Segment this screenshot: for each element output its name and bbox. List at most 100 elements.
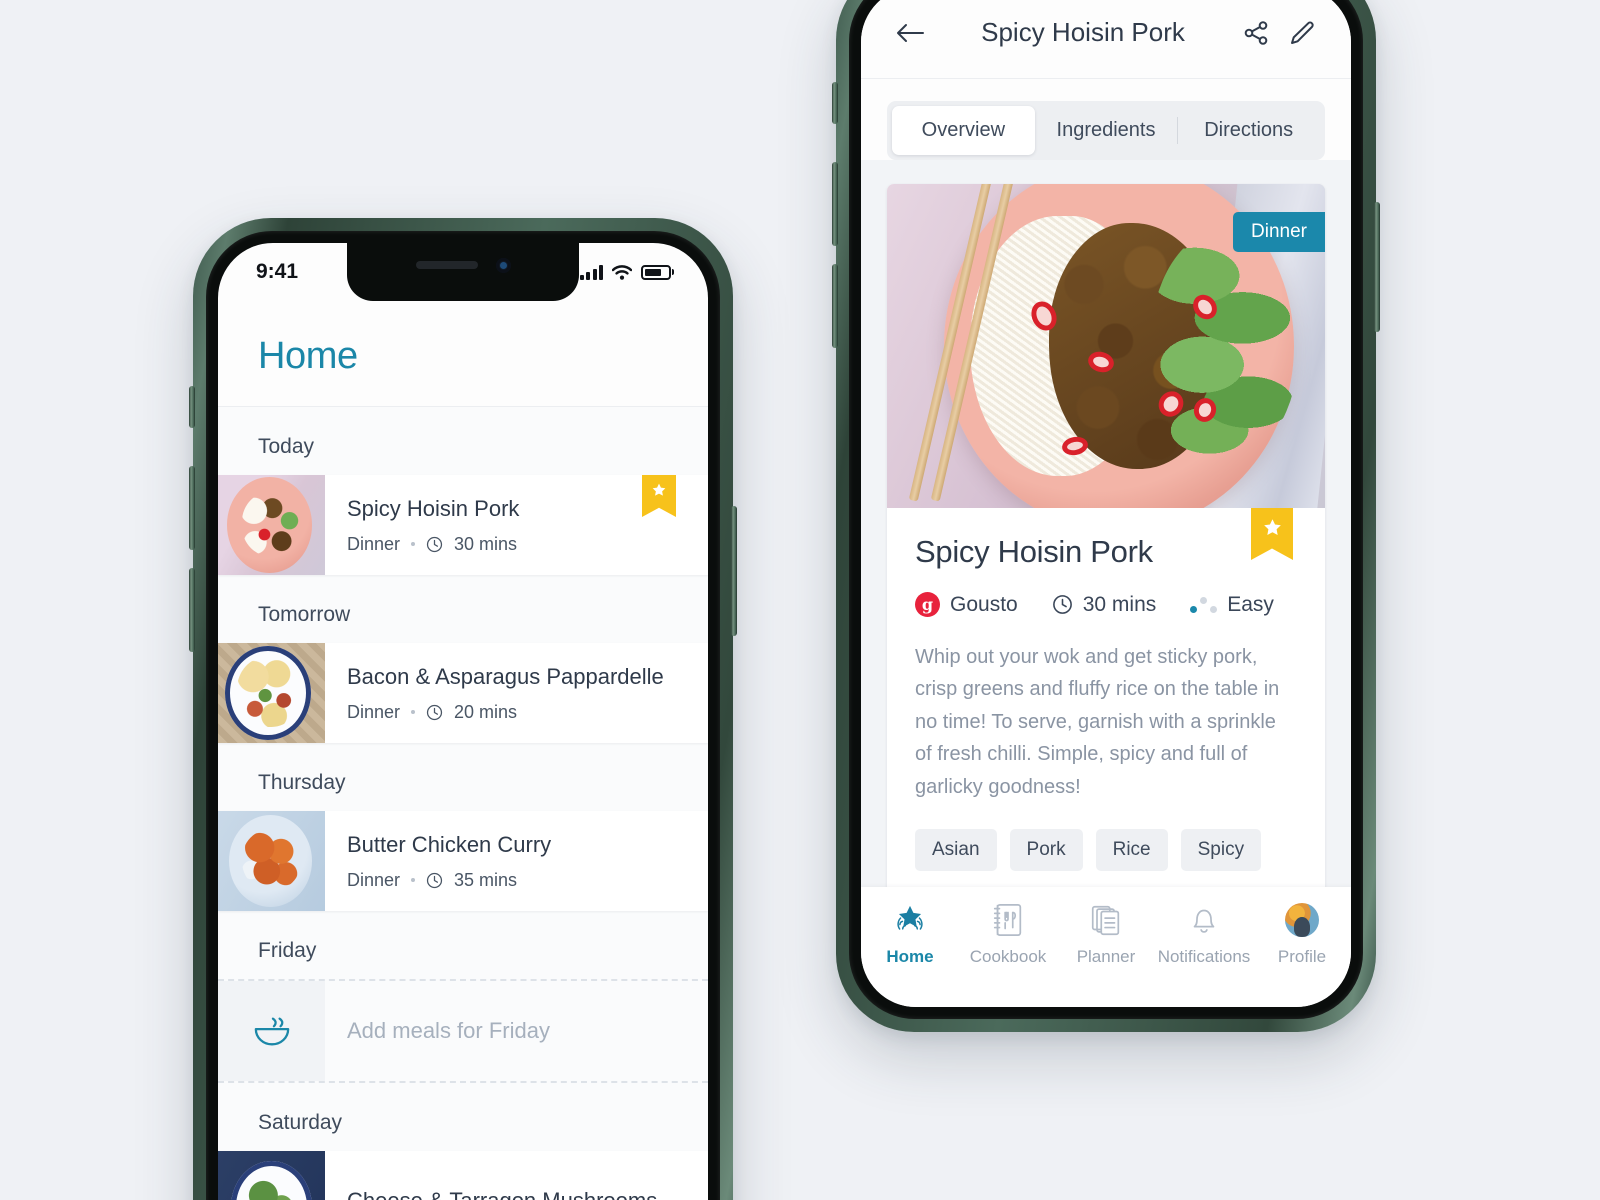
meal-card-today[interactable]: Spicy Hoisin Pork Dinner 30 mins bbox=[218, 475, 708, 575]
edit-button[interactable] bbox=[1279, 10, 1325, 56]
front-camera-icon bbox=[495, 258, 511, 273]
screenshot-canvas: 9:41 Home Today Spicy Hoisin Pork Dinner… bbox=[0, 0, 1600, 1200]
meal-card-thursday[interactable]: Butter Chicken Curry Dinner 35 mins bbox=[218, 811, 708, 911]
meal-card-saturday[interactable]: Cheese & Tarragon Mushrooms bbox=[218, 1151, 708, 1200]
clock-icon bbox=[426, 872, 443, 888]
recipe-description: Whip out your wok and get sticky pork, c… bbox=[915, 646, 1280, 798]
battery-icon bbox=[641, 264, 674, 280]
recipe-nav-title: Spicy Hoisin Pork bbox=[981, 17, 1185, 47]
power-button[interactable] bbox=[731, 506, 737, 636]
recipe-meta-row: g Gousto 30 mins Easy bbox=[915, 592, 1297, 617]
phone-right-bezel: Spicy Hoisin Pork Overview Ingredients D… bbox=[849, 0, 1363, 1019]
power-button[interactable] bbox=[1374, 202, 1380, 332]
phone-right-device: Spicy Hoisin Pork Overview Ingredients D… bbox=[832, 0, 1380, 1032]
meal-meta: Dinner 20 mins bbox=[347, 702, 686, 723]
tab-home[interactable]: Home bbox=[861, 901, 959, 967]
day-heading-today: Today bbox=[258, 435, 315, 458]
back-button[interactable] bbox=[887, 10, 933, 56]
phone-left-bezel: 9:41 Home Today Spicy Hoisin Pork Dinner… bbox=[206, 231, 720, 1200]
meta-separator bbox=[411, 542, 416, 546]
meal-thumbnail bbox=[218, 811, 325, 911]
arrow-left-icon bbox=[897, 23, 924, 42]
meal-meta: Dinner 35 mins bbox=[347, 870, 686, 891]
tab-notifications[interactable]: Notifications bbox=[1155, 901, 1253, 967]
tab-cookbook[interactable]: Cookbook bbox=[959, 901, 1057, 967]
recipe-time: 30 mins bbox=[1052, 592, 1157, 617]
meal-time: 35 mins bbox=[454, 869, 518, 890]
gousto-logo-icon: g bbox=[915, 592, 940, 617]
earpiece-speaker bbox=[415, 261, 478, 269]
recipe-title: Spicy Hoisin Pork bbox=[915, 534, 1153, 569]
recipe-tag[interactable]: Asian bbox=[915, 828, 997, 871]
page-title: Home bbox=[258, 335, 358, 377]
day-heading-tomorrow: Tomorrow bbox=[258, 603, 351, 626]
day-heading-friday: Friday bbox=[258, 939, 317, 962]
tab-label: Home bbox=[886, 947, 934, 966]
home-header: Home bbox=[218, 301, 708, 407]
recipe-tag[interactable]: Pork bbox=[1009, 828, 1083, 871]
recipe-content-scroll[interactable]: Dinner Spicy Hoisin Pork g Gousto 30 min… bbox=[861, 160, 1351, 946]
share-icon bbox=[1244, 20, 1268, 45]
phone-left-device: 9:41 Home Today Spicy Hoisin Pork Dinner… bbox=[189, 218, 737, 1200]
add-meals-label: Add meals for Friday bbox=[347, 1018, 550, 1043]
meta-separator bbox=[411, 710, 416, 714]
volume-down-button[interactable] bbox=[189, 568, 195, 652]
day-heading-saturday: Saturday bbox=[258, 1111, 343, 1134]
volume-down-button[interactable] bbox=[832, 264, 838, 348]
avatar bbox=[1285, 901, 1319, 939]
tab-overview[interactable]: Overview bbox=[892, 106, 1035, 155]
clock-icon bbox=[426, 536, 443, 552]
share-button[interactable] bbox=[1233, 10, 1279, 56]
notch bbox=[347, 243, 579, 301]
status-time: 9:41 bbox=[256, 260, 299, 283]
tab-label: Profile bbox=[1277, 947, 1327, 966]
tab-ingredients[interactable]: Ingredients bbox=[1035, 106, 1178, 155]
tab-profile[interactable]: Profile bbox=[1253, 901, 1351, 967]
meal-meta: Dinner 30 mins bbox=[347, 534, 686, 555]
meal-name: Cheese & Tarragon Mushrooms bbox=[347, 1188, 686, 1200]
add-meals-button[interactable]: Add meals for Friday bbox=[218, 979, 708, 1083]
tab-directions[interactable]: Directions bbox=[1177, 106, 1320, 155]
recipe-difficulty-value: Easy bbox=[1227, 592, 1274, 616]
status-indicators bbox=[579, 264, 674, 280]
difficulty-dots-icon bbox=[1190, 596, 1218, 613]
meal-type: Dinner bbox=[347, 533, 401, 554]
avatar-icon bbox=[1285, 903, 1319, 937]
sugarsnap-decor bbox=[1149, 229, 1299, 463]
meal-card-tomorrow[interactable]: Bacon & Asparagus Pappardelle Dinner 20 … bbox=[218, 643, 708, 743]
meal-name: Spicy Hoisin Pork bbox=[347, 495, 520, 521]
wifi-icon bbox=[612, 264, 632, 280]
meal-type: Dinner bbox=[347, 869, 401, 890]
cellular-bars-icon bbox=[579, 264, 603, 280]
meal-plan-list[interactable]: Today Spicy Hoisin Pork Dinner 30 mins T… bbox=[218, 407, 708, 1200]
recipe-difficulty: Easy bbox=[1190, 593, 1274, 617]
volume-up-button[interactable] bbox=[832, 162, 838, 246]
star-bookmark-icon bbox=[1263, 519, 1281, 535]
day-heading-thursday: Thursday bbox=[258, 771, 346, 794]
meal-thumbnail bbox=[218, 1151, 325, 1200]
silent-switch[interactable] bbox=[189, 386, 195, 428]
tab-label: Notifications bbox=[1157, 947, 1251, 966]
recipe-tag[interactable]: Spicy bbox=[1180, 828, 1262, 871]
recipe-overview-card: Dinner Spicy Hoisin Pork g Gousto 30 min… bbox=[887, 184, 1325, 899]
meal-name: Bacon & Asparagus Pappardelle bbox=[347, 663, 664, 689]
recipe-tag[interactable]: Rice bbox=[1095, 828, 1168, 871]
meal-details: Bacon & Asparagus Pappardelle Dinner 20 … bbox=[325, 643, 708, 743]
silent-switch[interactable] bbox=[832, 82, 838, 124]
meal-thumbnail bbox=[218, 643, 325, 743]
recipe-tag-list: Asian Pork Rice Spicy bbox=[915, 828, 1297, 871]
recipe-brand: g Gousto bbox=[915, 592, 1018, 617]
recipe-tabs[interactable]: Overview Ingredients Directions bbox=[887, 101, 1325, 160]
bottom-tab-bar[interactable]: Home Cookbook Planner Notifications Prof… bbox=[861, 887, 1351, 1007]
tab-planner[interactable]: Planner bbox=[1057, 901, 1155, 967]
meal-time: 20 mins bbox=[454, 701, 518, 722]
pencil-icon bbox=[1291, 21, 1314, 44]
recipe-time-value: 30 mins bbox=[1082, 592, 1157, 616]
meal-name: Butter Chicken Curry bbox=[347, 831, 552, 857]
home-star-laurel-icon bbox=[891, 901, 929, 939]
brand-name: Gousto bbox=[950, 592, 1018, 616]
planner-icon bbox=[1089, 901, 1123, 939]
bell-icon bbox=[1187, 901, 1221, 939]
volume-up-button[interactable] bbox=[189, 466, 195, 550]
phone-right-screen: Spicy Hoisin Pork Overview Ingredients D… bbox=[861, 0, 1351, 1007]
